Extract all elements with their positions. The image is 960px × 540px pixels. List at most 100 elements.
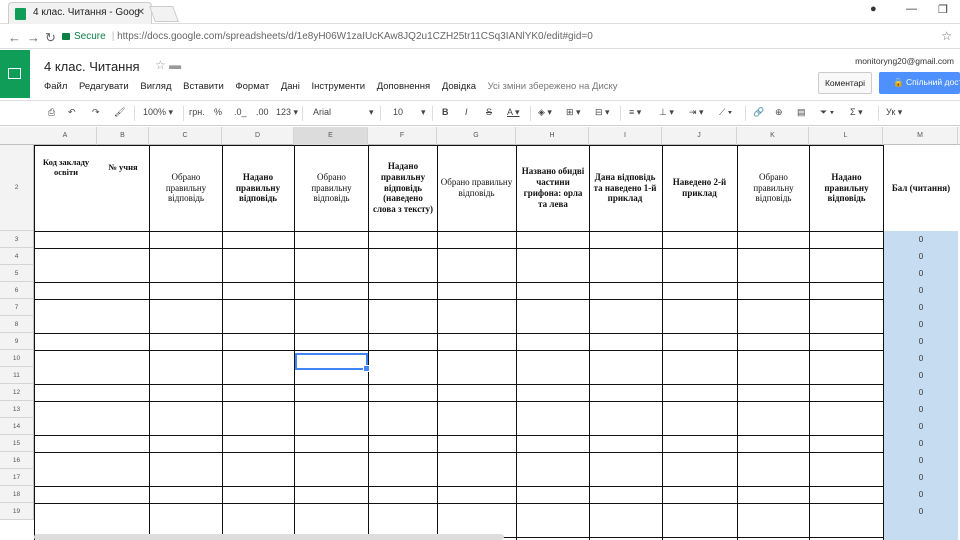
score-cell[interactable]: 0 bbox=[884, 282, 958, 299]
minimize-icon[interactable]: — bbox=[906, 3, 917, 15]
score-cell[interactable]: 0 bbox=[884, 299, 958, 316]
column-header-l[interactable]: L bbox=[809, 127, 883, 145]
reload-icon[interactable]: ↻ bbox=[45, 30, 56, 46]
column-header-g[interactable]: G bbox=[437, 127, 516, 145]
column-header-a[interactable]: A bbox=[34, 127, 97, 145]
row-number-15[interactable]: 15 bbox=[0, 435, 34, 452]
borders-icon[interactable]: ⊞ ▾ bbox=[566, 107, 581, 118]
folder-icon[interactable]: ▬ bbox=[169, 58, 181, 72]
currency-format-button[interactable]: грн. bbox=[189, 107, 205, 117]
score-cell[interactable]: 0 bbox=[884, 435, 958, 452]
bookmark-star-icon[interactable]: ☆ bbox=[941, 29, 952, 43]
print-icon[interactable]: ⎙ bbox=[48, 107, 55, 118]
header-institution-code[interactable]: Код закладу освіти bbox=[35, 147, 97, 187]
column-header-d[interactable]: D bbox=[222, 127, 294, 145]
score-cell[interactable]: 0 bbox=[884, 503, 958, 520]
menu-insert[interactable]: Вставити bbox=[183, 81, 224, 92]
header-col-i[interactable]: Дана відповідь та наведено 1-й приклад bbox=[589, 147, 661, 229]
font-select[interactable]: Arial ▾ bbox=[313, 107, 374, 118]
filter-icon[interactable]: ⏷ ▾ bbox=[820, 107, 834, 118]
score-cell[interactable]: 0 bbox=[884, 486, 958, 503]
menu-format[interactable]: Формат bbox=[235, 81, 269, 92]
header-col-j[interactable]: Наведено 2-й приклад bbox=[662, 147, 737, 229]
header-col-l[interactable]: Надано правильну відповідь bbox=[810, 147, 883, 229]
italic-button[interactable]: I bbox=[465, 107, 468, 117]
score-cell[interactable]: 0 bbox=[884, 367, 958, 384]
menu-addons[interactable]: Доповнення bbox=[377, 81, 430, 92]
row-number-9[interactable]: 9 bbox=[0, 333, 34, 350]
column-header-m[interactable]: M bbox=[883, 127, 958, 145]
sheets-logo-icon[interactable] bbox=[0, 50, 30, 98]
vertical-align-icon[interactable]: ⊥ ▾ bbox=[659, 107, 674, 118]
decrease-decimal-button[interactable]: .0_ bbox=[234, 107, 247, 117]
selected-cell[interactable] bbox=[295, 353, 370, 372]
row-number-17[interactable]: 17 bbox=[0, 469, 34, 486]
menu-edit[interactable]: Редагувати bbox=[79, 81, 129, 92]
score-cell[interactable]: 0 bbox=[884, 384, 958, 401]
column-header-j[interactable]: J bbox=[662, 127, 737, 145]
column-header-k[interactable]: K bbox=[737, 127, 809, 145]
column-header-b[interactable]: B bbox=[97, 127, 149, 145]
row-number-2[interactable]: 2 bbox=[0, 145, 34, 231]
horizontal-scrollbar[interactable] bbox=[34, 534, 504, 540]
increase-decimal-button[interactable]: .00 bbox=[256, 107, 269, 117]
profile-icon[interactable]: ● bbox=[870, 3, 877, 15]
score-cell[interactable]: 0 bbox=[884, 248, 958, 265]
star-doc-icon[interactable]: ☆ bbox=[155, 58, 166, 72]
text-wrap-icon[interactable]: ⇥ ▾ bbox=[689, 107, 704, 118]
row-number-3[interactable]: 3 bbox=[0, 231, 34, 248]
paint-format-icon[interactable]: 🖌 bbox=[114, 107, 125, 118]
score-cell[interactable]: 0 bbox=[884, 469, 958, 486]
browser-tab[interactable]: 4 клас. Читання - Goog ✕ bbox=[8, 2, 152, 24]
score-cell[interactable]: 0 bbox=[884, 316, 958, 333]
score-cell[interactable]: 0 bbox=[884, 452, 958, 469]
header-col-g[interactable]: Обрано правильну відповідь bbox=[437, 147, 516, 229]
header-col-f[interactable]: Надано правильну відповідь (наведено сло… bbox=[369, 147, 437, 229]
header-col-k[interactable]: Обрано правильну відповідь bbox=[738, 147, 809, 229]
strikethrough-button[interactable]: S bbox=[486, 107, 492, 117]
row-number-18[interactable]: 18 bbox=[0, 486, 34, 503]
row-number-5[interactable]: 5 bbox=[0, 265, 34, 282]
forward-icon[interactable]: → bbox=[27, 30, 40, 45]
row-number-4[interactable]: 4 bbox=[0, 248, 34, 265]
bold-button[interactable]: B bbox=[442, 107, 449, 117]
functions-icon[interactable]: Σ ▾ bbox=[850, 107, 863, 118]
row-number-10[interactable]: 10 bbox=[0, 350, 34, 367]
text-rotation-icon[interactable]: ⟋ ▾ bbox=[719, 107, 732, 118]
document-title[interactable]: 4 клас. Читання bbox=[44, 59, 140, 74]
column-header-e[interactable]: E bbox=[294, 127, 368, 145]
column-header-h[interactable]: H bbox=[516, 127, 589, 145]
row-number-19[interactable]: 19 bbox=[0, 503, 34, 520]
score-cell[interactable]: 0 bbox=[884, 350, 958, 367]
row-number-16[interactable]: 16 bbox=[0, 452, 34, 469]
save-status[interactable]: Усі зміни збережено на Диску bbox=[488, 81, 618, 92]
fill-color-icon[interactable]: ◈ ▾ bbox=[538, 107, 552, 118]
row-number-7[interactable]: 7 bbox=[0, 299, 34, 316]
header-col-h[interactable]: Названо обидві частини грифона: орла та … bbox=[517, 147, 589, 229]
insert-chart-icon[interactable]: ▤ bbox=[797, 107, 806, 118]
spreadsheet-grid[interactable]: ABCDEFGHIJKLM 2 Код закладу освіти № учн… bbox=[0, 127, 960, 540]
header-col-m[interactable]: Бал (читання) bbox=[884, 147, 958, 229]
score-cell[interactable]: 0 bbox=[884, 401, 958, 418]
row-number-14[interactable]: 14 bbox=[0, 418, 34, 435]
row-number-6[interactable]: 6 bbox=[0, 282, 34, 299]
input-tools-button[interactable]: Ук ▾ bbox=[886, 107, 902, 118]
score-cell[interactable]: 0 bbox=[884, 418, 958, 435]
redo-icon[interactable]: ↷ bbox=[92, 107, 100, 118]
new-tab-button[interactable] bbox=[149, 6, 179, 22]
header-col-e[interactable]: Обрано правильну відповідь bbox=[295, 147, 368, 229]
header-col-d[interactable]: Надано правильну відповідь bbox=[222, 147, 294, 229]
header-col-c[interactable]: Обрано правильну відповідь bbox=[150, 147, 222, 229]
column-header-f[interactable]: F bbox=[368, 127, 437, 145]
row-number-8[interactable]: 8 bbox=[0, 316, 34, 333]
maximize-icon[interactable]: ❐ bbox=[938, 3, 948, 16]
column-header-c[interactable]: C bbox=[149, 127, 222, 145]
menu-data[interactable]: Дані bbox=[281, 81, 300, 92]
menu-file[interactable]: Файл bbox=[44, 81, 67, 92]
account-email[interactable]: monitoryng20@gmail.com bbox=[855, 56, 954, 66]
font-size-select[interactable]: 10 ▾ bbox=[393, 107, 426, 118]
score-cell[interactable]: 0 bbox=[884, 231, 958, 248]
menu-tools[interactable]: Інструменти bbox=[312, 81, 366, 92]
close-tab-icon[interactable]: ✕ bbox=[137, 3, 145, 23]
zoom-select[interactable]: 100% ▾ bbox=[143, 107, 173, 118]
